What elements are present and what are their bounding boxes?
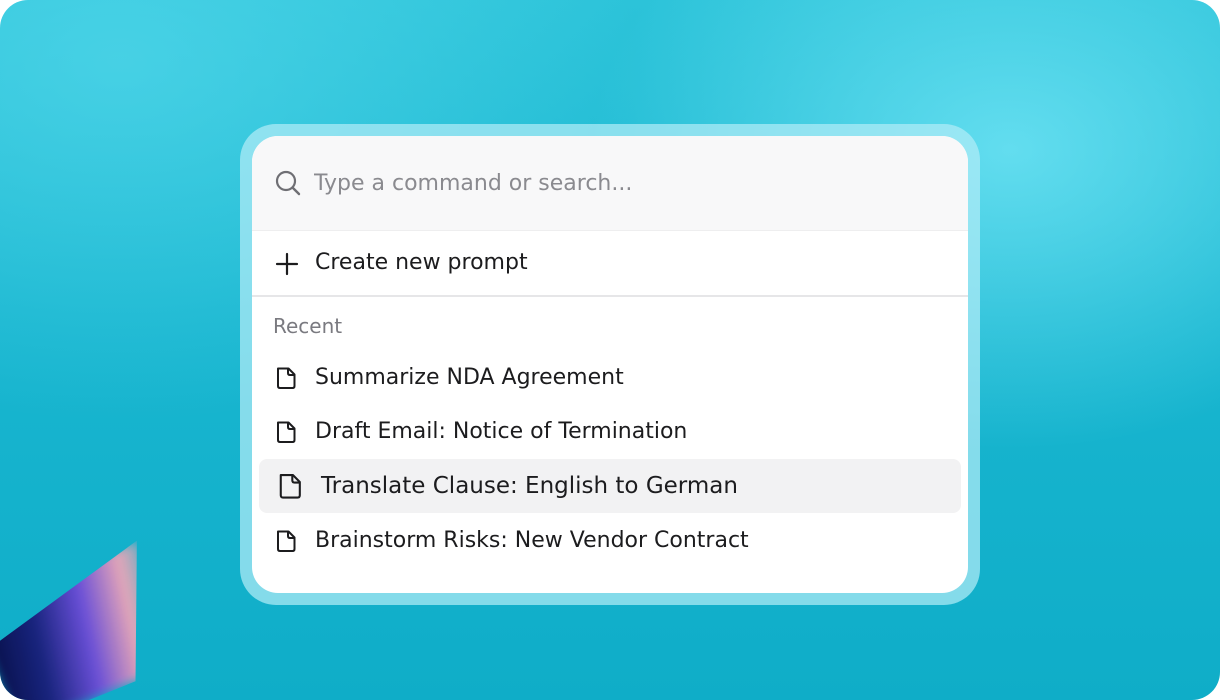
plus-icon xyxy=(274,251,300,277)
document-icon xyxy=(273,365,299,391)
recent-item[interactable]: Draft Email: Notice of Termination xyxy=(259,405,961,459)
search-input[interactable] xyxy=(314,165,934,201)
recent-section-heading: Recent xyxy=(273,314,343,338)
document-icon xyxy=(275,471,305,501)
create-new-prompt-label: Create new prompt xyxy=(315,250,528,275)
document-icon xyxy=(273,419,299,445)
search-bar xyxy=(252,136,968,231)
search-icon xyxy=(274,169,302,197)
background: Create new prompt Recent Summarize NDA A… xyxy=(0,0,1220,700)
recent-item-label: Summarize NDA Agreement xyxy=(315,365,624,390)
document-icon xyxy=(273,528,299,554)
recent-item[interactable]: Brainstorm Risks: New Vendor Contract xyxy=(259,514,961,568)
recent-item-label: Translate Clause: English to German xyxy=(321,473,738,499)
recent-item[interactable]: Summarize NDA Agreement xyxy=(259,351,961,405)
recent-item-label: Draft Email: Notice of Termination xyxy=(315,419,688,444)
recent-item-highlighted[interactable]: Translate Clause: English to German xyxy=(259,459,961,513)
decorative-shape xyxy=(0,541,186,700)
recent-item-label: Brainstorm Risks: New Vendor Contract xyxy=(315,528,749,553)
create-new-prompt-button[interactable]: Create new prompt xyxy=(252,231,968,297)
command-palette: Create new prompt Recent Summarize NDA A… xyxy=(252,136,968,593)
